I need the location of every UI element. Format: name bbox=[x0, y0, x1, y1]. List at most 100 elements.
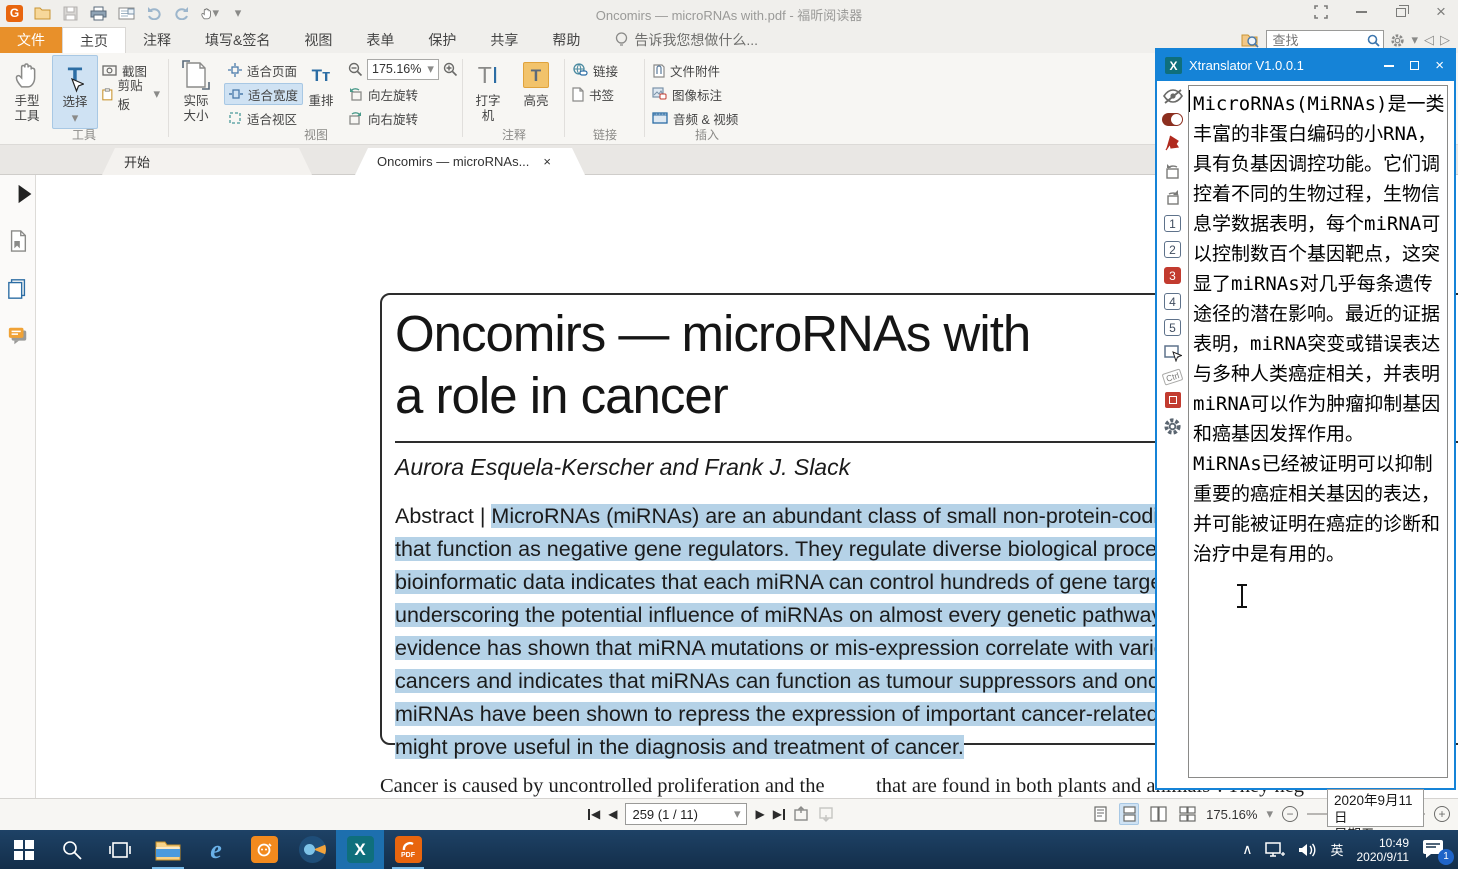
tell-me-box[interactable]: 告诉我您想做什么... bbox=[615, 27, 758, 53]
last-page-button[interactable]: ▶ bbox=[773, 807, 785, 821]
abstract-label[interactable]: Abstract | bbox=[395, 504, 491, 528]
menu-comment[interactable]: 注释 bbox=[126, 27, 188, 53]
open-file-button[interactable] bbox=[33, 4, 51, 22]
selected-text[interactable]: that function as negative gene regulator… bbox=[395, 537, 1249, 561]
menu-help[interactable]: 帮助 bbox=[535, 27, 597, 53]
speaker-icon[interactable] bbox=[1298, 842, 1317, 858]
internet-explorer-button[interactable]: e bbox=[192, 830, 240, 869]
article-authors[interactable]: Aurora Esquela-Kerscher and Frank J. Sla… bbox=[395, 454, 850, 481]
body-column-left[interactable]: Cancer is caused by uncontrolled prolife… bbox=[380, 775, 825, 798]
abstract-text[interactable]: Abstract | MicroRNAs (miRNAs) are an abu… bbox=[395, 500, 1265, 764]
undo-icon[interactable] bbox=[145, 4, 163, 22]
continuous-layout-button[interactable] bbox=[1119, 803, 1139, 825]
action-center-button[interactable]: 1 bbox=[1422, 839, 1448, 861]
zoom-value-field[interactable]: 175.16% ▾ bbox=[367, 59, 439, 80]
task-view-button[interactable] bbox=[96, 830, 144, 869]
tab-start[interactable]: 开始 bbox=[102, 148, 312, 175]
rotate-left-button[interactable]: 向左旋转 bbox=[344, 83, 422, 105]
bookmark-button[interactable]: 书签 bbox=[568, 83, 618, 105]
fit-width-button[interactable]: 适合宽度 bbox=[224, 83, 303, 105]
pin-icon[interactable] bbox=[1164, 135, 1181, 154]
bookmarks-panel-icon[interactable] bbox=[7, 230, 29, 252]
single-page-layout-button[interactable] bbox=[1090, 803, 1110, 825]
fit-page-button[interactable]: 适合页面 bbox=[224, 59, 301, 81]
preset-2-button[interactable]: 2 bbox=[1164, 241, 1181, 258]
preset-5-button[interactable]: 5 bbox=[1164, 319, 1181, 336]
expand-panel-icon[interactable] bbox=[14, 183, 36, 205]
xtranslator-taskbar-button[interactable]: X bbox=[336, 830, 384, 869]
dropdown-icon[interactable]: ▾ bbox=[1411, 32, 1418, 48]
menu-fill-sign[interactable]: 填写&签名 bbox=[188, 27, 287, 53]
menu-form[interactable]: 表单 bbox=[349, 27, 411, 53]
selected-text[interactable]: MicroRNAs (miRNAs) are an abundant class… bbox=[491, 504, 1244, 528]
settings-gear-icon[interactable] bbox=[1163, 417, 1182, 436]
minimize-button[interactable] bbox=[1348, 2, 1374, 22]
selected-text[interactable]: bioinformatic data indicates that each m… bbox=[395, 570, 1185, 594]
highlight-button[interactable]: T 高亮 bbox=[514, 55, 558, 129]
file-explorer-button[interactable] bbox=[144, 830, 192, 869]
hand-tool-button[interactable]: 手型工具 bbox=[4, 55, 50, 129]
translate-toggle[interactable] bbox=[1162, 113, 1183, 126]
zoom-in-button[interactable]: + bbox=[1434, 806, 1450, 822]
previous-view-icon[interactable] bbox=[793, 806, 810, 822]
redo-icon[interactable] bbox=[173, 4, 191, 22]
selected-text[interactable]: miRNAs have been shown to repress the ex… bbox=[395, 702, 1265, 726]
copy-window-icon[interactable] bbox=[1165, 392, 1181, 408]
email-button[interactable] bbox=[117, 4, 135, 22]
prev-search-icon[interactable]: ◁ bbox=[1424, 32, 1434, 48]
rotate-window-left-icon[interactable] bbox=[1164, 163, 1182, 180]
facing-layout-button[interactable] bbox=[1148, 803, 1168, 825]
next-search-icon[interactable]: ▷ bbox=[1440, 32, 1450, 48]
xtranslator-maximize-button[interactable] bbox=[1410, 61, 1419, 70]
menu-view[interactable]: 视图 bbox=[287, 27, 349, 53]
dropdown-icon[interactable]: ▾ bbox=[1266, 806, 1273, 822]
layout-switch-button[interactable] bbox=[1308, 2, 1334, 22]
hide-eye-icon[interactable] bbox=[1163, 89, 1183, 104]
thumbnails-panel-icon[interactable] bbox=[7, 278, 29, 300]
actual-size-button[interactable]: 实际大小 bbox=[172, 55, 220, 129]
customize-toolbar-button[interactable]: ▾ bbox=[229, 4, 247, 22]
tab-document[interactable]: Oncomirs — microRNAs... × bbox=[355, 148, 585, 175]
zoom-out-button[interactable]: − bbox=[1282, 806, 1298, 822]
ctrl-shortcut-icon[interactable]: Ctrl bbox=[1161, 368, 1183, 385]
selected-text[interactable]: underscoring the potential influence of … bbox=[395, 603, 1241, 627]
print-button[interactable] bbox=[89, 4, 107, 22]
tab-close-icon[interactable]: × bbox=[543, 154, 551, 169]
status-zoom-value[interactable]: 175.16% bbox=[1206, 807, 1257, 822]
menu-share[interactable]: 共享 bbox=[473, 27, 535, 53]
facing-continuous-layout-button[interactable] bbox=[1177, 803, 1197, 825]
translation-text-area[interactable]: MicroRNAs(MiRNAs)是一类丰富的非蛋白编码的小RNA，具有负基因调… bbox=[1188, 85, 1448, 778]
foxit-taskbar-button[interactable]: PDF bbox=[384, 830, 432, 869]
clipboard-button[interactable]: 剪贴板 ▾ bbox=[98, 83, 164, 105]
show-hidden-icons-button[interactable]: ∧ bbox=[1242, 841, 1252, 858]
taskbar-search-button[interactable] bbox=[48, 830, 96, 869]
image-annotation-button[interactable]: 图像标注 bbox=[648, 83, 726, 105]
taskbar-clock[interactable]: 10:49 2020/9/11 bbox=[1357, 836, 1410, 864]
capture-window-icon[interactable] bbox=[1164, 345, 1182, 362]
next-view-icon[interactable] bbox=[818, 806, 835, 822]
menu-home[interactable]: 主页 bbox=[62, 27, 126, 53]
xtranslator-titlebar[interactable]: X Xtranslator V1.0.0.1 × bbox=[1157, 50, 1454, 81]
chat-app-button[interactable] bbox=[240, 830, 288, 869]
next-page-button[interactable]: ▶ bbox=[755, 807, 764, 821]
file-attachment-button[interactable]: 文件附件 bbox=[648, 59, 724, 81]
previous-page-button[interactable]: ◀ bbox=[608, 807, 617, 821]
first-page-button[interactable]: ◀ bbox=[588, 807, 600, 821]
hand-pointer-dropdown[interactable]: ▾ bbox=[201, 4, 219, 22]
xtranslator-close-button[interactable]: × bbox=[1435, 57, 1444, 74]
save-button[interactable] bbox=[61, 4, 79, 22]
input-language-button[interactable]: 英 bbox=[1330, 840, 1343, 859]
browser-app-button[interactable] bbox=[288, 830, 336, 869]
article-title[interactable]: Oncomirs — microRNAs with a role in canc… bbox=[395, 303, 1030, 427]
gear-icon[interactable] bbox=[1390, 33, 1405, 48]
start-button[interactable] bbox=[0, 830, 48, 869]
zoom-in-icon[interactable] bbox=[443, 62, 458, 77]
preset-3-button-active[interactable]: 3 bbox=[1164, 267, 1181, 284]
comments-panel-icon[interactable] bbox=[7, 325, 29, 347]
maximize-button[interactable] bbox=[1388, 2, 1414, 22]
search-icon[interactable] bbox=[1367, 34, 1380, 47]
network-icon[interactable] bbox=[1265, 842, 1285, 858]
find-input[interactable] bbox=[1270, 32, 1367, 49]
preset-1-button[interactable]: 1 bbox=[1164, 215, 1181, 232]
xtranslator-minimize-button[interactable] bbox=[1384, 65, 1394, 67]
